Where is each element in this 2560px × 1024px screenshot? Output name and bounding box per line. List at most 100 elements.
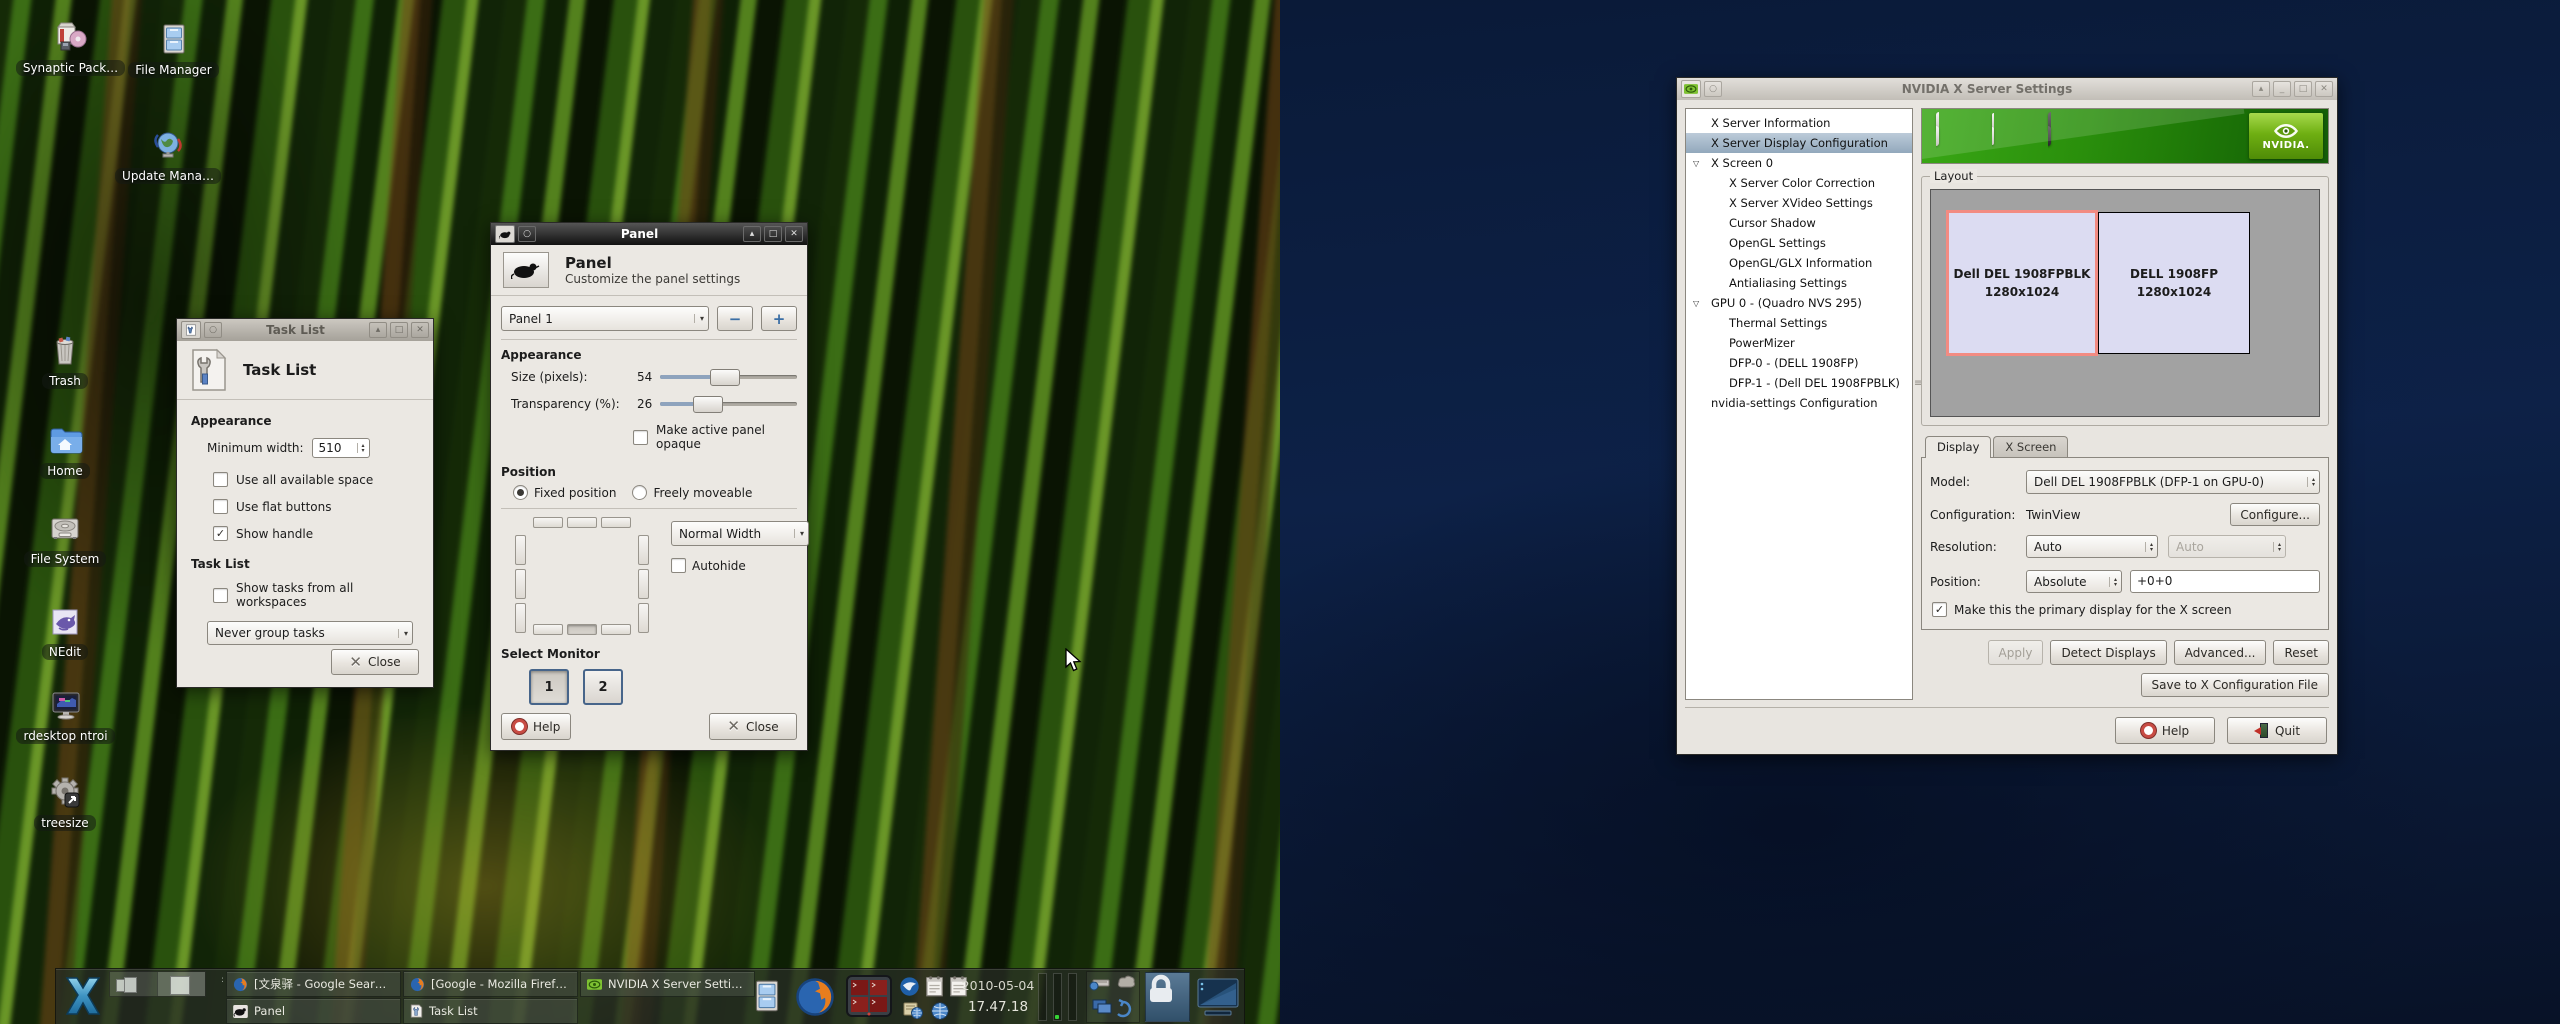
tree-item-x-server-display-configuration[interactable]: X Server Display Configuration: [1686, 133, 1912, 153]
desktop-icon-update-manager[interactable]: Update Mana…: [118, 128, 218, 184]
desktop-icon-file-system[interactable]: File System: [14, 511, 116, 567]
desktop-icon-synaptic[interactable]: Synaptic Pack…: [18, 20, 123, 76]
window-menu-icon[interactable]: [181, 321, 201, 339]
fixed-position-radio[interactable]: [513, 485, 528, 500]
sticky-button[interactable]: ○: [518, 226, 536, 242]
desktop-icon-file-manager[interactable]: File Manager: [126, 22, 221, 78]
workspace-2[interactable]: [157, 972, 205, 996]
panel-selector-dropdown[interactable]: Panel 1 ▾: [501, 306, 709, 331]
workspace-1[interactable]: [110, 972, 157, 996]
tree-item-dfp-1[interactable]: DFP-1 - (Dell DEL 1908FPBLK): [1686, 373, 1912, 393]
sticky-button[interactable]: ○: [1704, 81, 1722, 97]
show-handle-checkbox[interactable]: ✓ Show handle: [213, 526, 419, 541]
tree-item-gpu-0[interactable]: ▽GPU 0 - (Quadro NVS 295): [1686, 293, 1912, 313]
save-to-x-configuration-button[interactable]: Save to X Configuration File: [2141, 673, 2329, 697]
tree-item-antialiasing-settings[interactable]: Antialiasing Settings: [1686, 273, 1912, 293]
shade-button[interactable]: ▴: [743, 226, 761, 242]
checkbox-unchecked[interactable]: [633, 430, 648, 445]
taskbar-window-nvidia-settings[interactable]: NVIDIA X Server Setti…: [580, 971, 755, 997]
position-bottom-right-button[interactable]: [601, 624, 631, 635]
help-button[interactable]: Help: [2115, 717, 2215, 744]
checkbox-unchecked[interactable]: [213, 499, 228, 514]
size-slider[interactable]: [660, 375, 797, 379]
position-left-middle-button[interactable]: [515, 569, 526, 599]
tree-item-nvidia-settings-configuration[interactable]: nvidia-settings Configuration: [1686, 393, 1912, 413]
position-left-bottom-button[interactable]: [515, 603, 526, 633]
close-button[interactable]: ✕: [785, 226, 803, 242]
layout-monitor-dfp0[interactable]: DELL 1908FP1280x1024: [2098, 212, 2250, 354]
clock[interactable]: 2010-05-04 17.47.18: [961, 972, 1035, 1022]
freely-moveable-radio[interactable]: [632, 485, 647, 500]
file-manager-launcher[interactable]: [743, 972, 791, 1022]
monitor-1-button[interactable]: 1: [529, 669, 569, 705]
help-button[interactable]: Help: [501, 713, 571, 740]
opaque-checkbox[interactable]: Make active panel opaque: [633, 423, 797, 451]
transparency-slider[interactable]: [660, 402, 797, 406]
position-top-left-button[interactable]: [533, 517, 563, 528]
network-tray-group[interactable]: [1086, 971, 1140, 1023]
grouping-dropdown[interactable]: Never group tasks ▾: [207, 621, 413, 645]
tree-item-cursor-shadow[interactable]: Cursor Shadow: [1686, 213, 1912, 233]
window-menu-icon[interactable]: [495, 225, 515, 243]
quit-button[interactable]: Quit: [2227, 717, 2327, 744]
panel-titlebar[interactable]: ○ Panel ▴ □ ✕: [491, 223, 807, 245]
position-right-bottom-button[interactable]: [638, 603, 649, 633]
desktop-icon-treesize[interactable]: treesize: [20, 775, 110, 831]
position-bottom-left-button[interactable]: [533, 624, 563, 635]
nvidia-titlebar[interactable]: ○ NVIDIA X Server Settings ▴ _ □ ✕: [1677, 78, 2337, 100]
close-button[interactable]: ✕: [411, 322, 429, 338]
advanced-button[interactable]: Advanced...: [2174, 640, 2267, 665]
lock-screen-launcher[interactable]: [1145, 972, 1190, 1022]
flat-buttons-checkbox[interactable]: Use flat buttons: [213, 499, 419, 514]
desktop-icon-rdesktop[interactable]: rdesktop ntroi: [8, 688, 123, 744]
available-space-checkbox[interactable]: Use all available space: [213, 472, 419, 487]
tree-item-thermal-settings[interactable]: Thermal Settings: [1686, 313, 1912, 333]
slider-handle[interactable]: [710, 369, 740, 386]
position-bottom-center-button[interactable]: [567, 624, 597, 635]
tree-item-x-screen-0[interactable]: ▽X Screen 0: [1686, 153, 1912, 173]
remove-panel-button[interactable]: −: [717, 306, 753, 331]
maximize-button[interactable]: □: [764, 226, 782, 242]
tree-expander-icon[interactable]: ▽: [1693, 159, 1711, 168]
minimize-button[interactable]: _: [2273, 81, 2291, 97]
monitor-2-button[interactable]: 2: [583, 669, 623, 705]
checkbox-unchecked[interactable]: [671, 558, 686, 573]
notes-tray-icon[interactable]: [923, 973, 946, 998]
position-mode-dropdown[interactable]: Absolute ▴▾: [2026, 570, 2122, 593]
sticky-button[interactable]: ○: [204, 322, 222, 338]
apply-button[interactable]: Apply: [1988, 640, 2044, 665]
shade-button[interactable]: ▴: [2252, 81, 2270, 97]
all-workspaces-checkbox[interactable]: Show tasks from all workspaces: [213, 581, 419, 609]
tree-item-dfp-0[interactable]: DFP-0 - (DELL 1908FP): [1686, 353, 1912, 373]
desktop-icon-trash[interactable]: Trash: [20, 333, 110, 389]
minimum-width-spinner[interactable]: 510 ▴▾: [312, 438, 370, 458]
position-top-center-button[interactable]: [567, 517, 597, 528]
primary-display-checkbox[interactable]: ✓ Make this the primary display for the …: [1932, 602, 2320, 617]
position-right-middle-button[interactable]: [638, 569, 649, 599]
taskbar-window-firefox-1[interactable]: [文泉驿 - Google Sear…: [226, 971, 401, 997]
position-right-top-button[interactable]: [638, 535, 649, 565]
detect-displays-button[interactable]: Detect Displays: [2050, 640, 2166, 665]
reset-button[interactable]: Reset: [2273, 640, 2329, 665]
nvidia-logo-icon[interactable]: [1681, 80, 1701, 98]
taskbar-window-task-list[interactable]: Task List: [403, 998, 578, 1024]
globe-tray-icon[interactable]: [929, 1000, 951, 1021]
workspace-pager[interactable]: [109, 971, 206, 997]
taskbar-window-firefox-2[interactable]: [Google - Mozilla Firef…: [403, 971, 578, 997]
tree-expander-icon[interactable]: ▽: [1693, 299, 1711, 308]
desktop-icon-nedit[interactable]: NEdit: [20, 604, 110, 660]
position-left-top-button[interactable]: [515, 535, 526, 565]
add-panel-button[interactable]: +: [761, 306, 797, 331]
taskbar-window-panel[interactable]: Panel: [226, 998, 401, 1024]
checkbox-checked[interactable]: ✓: [213, 526, 228, 541]
xfce-menu-button[interactable]: [58, 970, 108, 1022]
checkbox-unchecked[interactable]: [213, 472, 228, 487]
terminal-launcher[interactable]: [842, 971, 896, 1023]
tree-item-xvideo-settings[interactable]: X Server XVideo Settings: [1686, 193, 1912, 213]
checkbox-unchecked[interactable]: [213, 588, 228, 603]
width-mode-dropdown[interactable]: Normal Width ▾: [671, 521, 809, 546]
server-tray-icon[interactable]: [901, 999, 925, 1021]
configure-button[interactable]: Configure...: [2230, 503, 2320, 526]
close-button[interactable]: ✕: [2315, 81, 2333, 97]
tree-item-opengl-settings[interactable]: OpenGL Settings: [1686, 233, 1912, 253]
